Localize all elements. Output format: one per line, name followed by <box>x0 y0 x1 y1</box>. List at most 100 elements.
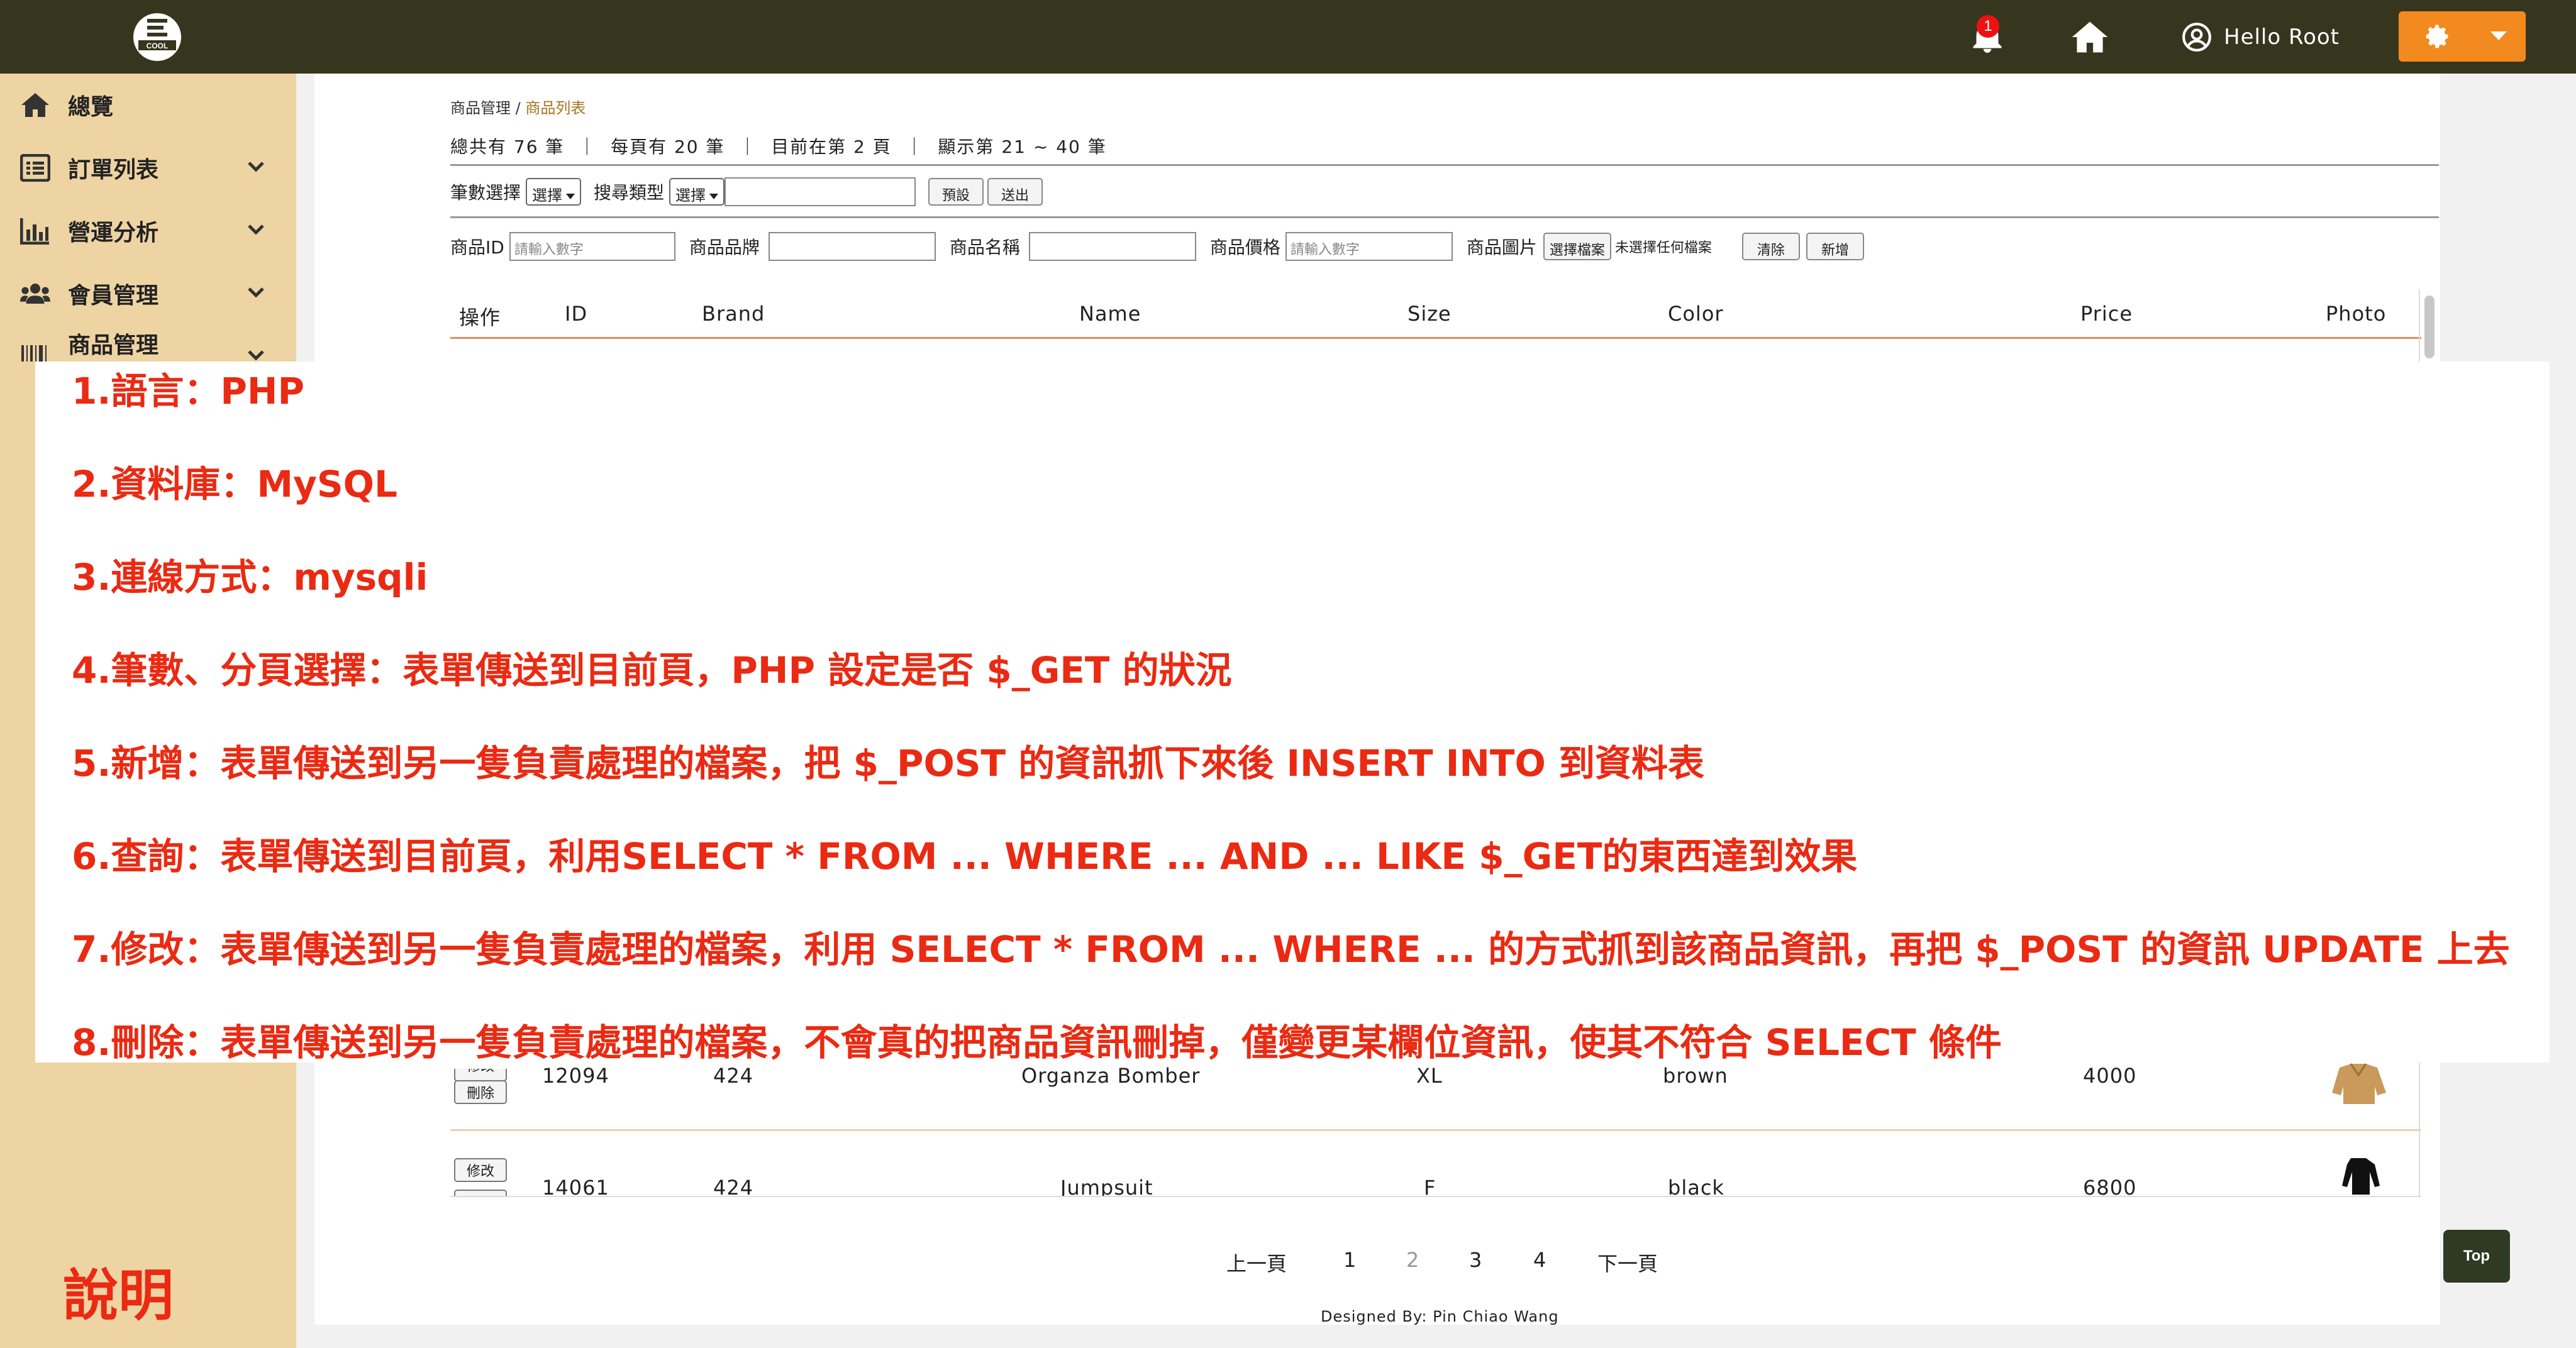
back-to-top-button[interactable]: Top <box>2443 1230 2510 1283</box>
product-brand-label: 商品品牌 <box>689 237 760 258</box>
scrollbar-thumb[interactable] <box>2424 296 2434 358</box>
note-5: 5.新增：表單傳送到另一隻負責處理的檔案，把 $_POST 的資訊抓下來後 IN… <box>72 742 1704 785</box>
cell-price: 4000 <box>2083 1064 2137 1088</box>
col-header-price[interactable]: Price <box>2080 302 2133 326</box>
count-select[interactable]: 選擇 <box>526 178 582 206</box>
product-price-label: 商品價格 <box>1209 237 1280 258</box>
divider <box>450 216 2439 218</box>
chart-icon <box>20 218 49 245</box>
product-name-input[interactable] <box>1028 232 1196 261</box>
gear-icon <box>2426 25 2448 48</box>
search-type-label: 搜尋類型 <box>594 182 665 203</box>
breadcrumb-parent[interactable]: 商品管理 <box>450 99 511 117</box>
explanation-label: 說明 <box>63 1263 174 1328</box>
product-brand-input[interactable] <box>768 232 936 261</box>
stat-current-page: 目前在第 2 頁 <box>771 136 892 157</box>
pagination-page-1[interactable]: 1 <box>1343 1248 1356 1272</box>
chevron-down-icon <box>2490 31 2507 40</box>
home-icon <box>21 93 49 117</box>
cell-brand: 424 <box>713 1176 754 1197</box>
search-type-select[interactable]: 選擇 <box>669 178 725 206</box>
breadcrumb: 商品管理 / 商品列表 <box>450 96 586 118</box>
pagination-page-2: 2 <box>1406 1248 1419 1272</box>
breadcrumb-separator: / <box>511 99 526 117</box>
edit-button[interactable]: 修改 <box>454 1069 507 1081</box>
note-8: 8.刪除：表單傳送到另一隻負責處理的檔案，不會真的把商品資訊刪掉，僅變更某欄位資… <box>72 1021 2002 1064</box>
submit-button[interactable]: 送出 <box>987 178 1043 206</box>
chevron-down-icon <box>709 193 719 199</box>
clear-button[interactable]: 清除 <box>1741 233 1800 260</box>
sidebar-item-label: 營運分析 <box>68 220 159 246</box>
stat-divider: ｜ <box>738 136 758 157</box>
count-select-value: 選擇 <box>532 187 563 204</box>
barcode-icon <box>21 345 47 362</box>
pagination-page-4[interactable]: 4 <box>1533 1248 1546 1272</box>
divider <box>450 164 2439 166</box>
choose-file-button[interactable]: 選擇檔案 <box>1543 233 1611 260</box>
chevron-down-icon <box>566 193 575 199</box>
add-product-form: 商品ID 請輸入數字 商品品牌 商品名稱 商品價格 請輸入數字 商品圖片 選擇檔… <box>450 231 1864 262</box>
col-header-brand[interactable]: Brand <box>702 302 765 326</box>
col-header-color[interactable]: Color <box>1668 302 1724 326</box>
sidebar-item-overview[interactable]: 總覽 <box>0 74 296 136</box>
edit-button[interactable]: 修改 <box>454 1158 507 1182</box>
cell-name: Jumpsuit <box>1060 1176 1153 1197</box>
svg-text:COOL: COOL <box>147 41 169 50</box>
product-price-input[interactable]: 請輸入數字 <box>1285 232 1453 261</box>
user-greeting: Hello Root <box>2224 24 2340 50</box>
stat-divider: ｜ <box>578 136 597 157</box>
search-input[interactable] <box>724 177 916 206</box>
stat-per-page: 每頁有 20 筆 <box>611 136 725 157</box>
stat-divider: ｜ <box>905 136 924 157</box>
product-id-input[interactable]: 請輸入數字 <box>509 232 675 261</box>
sidebar-item-label: 總覽 <box>68 94 114 120</box>
user-menu[interactable]: Hello Root <box>2181 0 2340 74</box>
cell-color: black <box>1668 1176 1724 1197</box>
sidebar-item-members[interactable]: 會員管理 <box>0 262 296 325</box>
explanation-overlay: 1.語言：PHP 2.資料庫：MySQL 3.連線方式：mysqli 4.筆數、… <box>35 362 2550 1064</box>
pagination-prev[interactable]: 上一頁 <box>1226 1248 1287 1277</box>
header-divider <box>450 337 2421 339</box>
users-icon <box>20 284 50 304</box>
cell-id: 12094 <box>542 1064 609 1088</box>
note-2: 2.資料庫：MySQL <box>72 463 397 505</box>
sidebar-item-products[interactable]: 商品管理 <box>0 325 296 362</box>
note-4: 4.筆數、分頁選擇：表單傳送到目前頁，PHP 設定是否 $_GET 的狀況 <box>72 649 1232 692</box>
cell-price: 6800 <box>2083 1176 2137 1197</box>
product-id-label: 商品ID <box>450 237 504 258</box>
product-image-label: 商品圖片 <box>1466 237 1537 258</box>
chevron-down-icon <box>248 350 264 361</box>
settings-dropdown-button[interactable] <box>2399 11 2526 62</box>
note-1: 1.語言：PHP <box>72 370 304 412</box>
default-button[interactable]: 預設 <box>928 178 984 206</box>
cool-logo[interactable]: COOL <box>126 9 189 65</box>
count-label: 筆數選擇 <box>450 182 521 203</box>
col-header-name[interactable]: Name <box>1079 302 1141 326</box>
home-icon[interactable] <box>2070 0 2109 74</box>
jumpsuit-photo-icon[interactable] <box>2328 1157 2389 1196</box>
sidebar-item-analytics[interactable]: 營運分析 <box>0 199 296 262</box>
notification-count-badge: 1 <box>1977 15 1999 38</box>
edit-label: 修改 <box>467 1069 494 1075</box>
delete-button[interactable] <box>454 1190 507 1196</box>
col-header-size[interactable]: Size <box>1407 302 1452 326</box>
pagination-page-3[interactable]: 3 <box>1469 1248 1482 1272</box>
search-type-select-value: 選擇 <box>675 187 706 204</box>
footer-credit: Designed By: Pin Chiao Wang <box>1321 1308 1559 1325</box>
col-header-id[interactable]: ID <box>565 302 587 326</box>
list-icon <box>20 154 50 182</box>
delete-button[interactable]: 刪除 <box>454 1080 507 1104</box>
chevron-down-icon <box>248 162 264 172</box>
cell-brand: 424 <box>713 1064 754 1088</box>
top-navbar: COOL 1 Hello Root <box>0 0 2576 74</box>
jacket-photo-icon[interactable] <box>2327 1063 2390 1107</box>
row-divider <box>450 1129 2421 1131</box>
no-file-text: 未選擇任何檔案 <box>1614 240 1712 256</box>
sidebar-item-orders[interactable]: 訂單列表 <box>0 136 296 199</box>
pagination-next[interactable]: 下一頁 <box>1597 1248 1658 1277</box>
table-bottom-border <box>450 1196 2421 1197</box>
note-3: 3.連線方式：mysqli <box>72 556 428 599</box>
note-7: 7.修改：表單傳送到另一隻負責處理的檔案，利用 SELECT * FROM ..… <box>72 928 2510 971</box>
chevron-down-icon <box>248 287 264 298</box>
add-button[interactable]: 新增 <box>1806 233 1864 260</box>
